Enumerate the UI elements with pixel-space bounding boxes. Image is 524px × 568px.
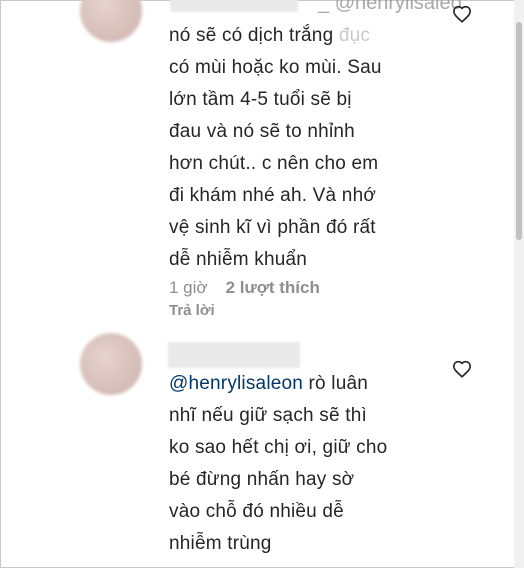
reply-button[interactable]: Trả lời	[169, 302, 215, 319]
mention-link[interactable]: @henrylisaleon	[169, 373, 303, 394]
comment-line: dễ nhiễm khuẩn	[169, 249, 308, 270]
comment-text: @henrylisaleon rò luân nhĩ nếu giữ sạch …	[169, 368, 429, 560]
comment-line: đi khám nhé ah. Và nhớ	[169, 185, 376, 206]
scrollbar[interactable]	[514, 0, 524, 568]
comment-text: nó sẽ có dịch trắng đục có mùi hoặc ko m…	[169, 20, 419, 276]
username-blurred	[170, 0, 298, 12]
comment-line: hơn chút.. c nên cho em	[169, 153, 379, 174]
comment-line: đau và nó sẽ to nhỉnh	[169, 121, 355, 142]
mention-link[interactable]: _ @henrylisaleo	[318, 0, 462, 15]
username-blurred	[168, 342, 300, 368]
scrollbar-thumb[interactable]	[516, 22, 522, 240]
heart-outline-icon[interactable]	[452, 360, 472, 378]
comment-line: có mùi hoặc ko mùi. Sau	[169, 57, 382, 78]
avatar[interactable]	[80, 333, 142, 395]
comment-line: nhĩ nếu giữ sạch sẽ thì	[169, 405, 367, 426]
comment-line: lớn tầm 4-5 tuổi sẽ bị	[169, 89, 352, 110]
comment-meta: 1 giờ 2 lượt thích	[169, 278, 320, 298]
comment-line: nó sẽ có dịch trắng đục	[169, 25, 371, 46]
comment-line: vệ sinh kĩ vì phần đó rất	[169, 217, 376, 238]
comment-line: nhiễm trùng	[169, 533, 272, 554]
comment-line: vào chỗ đó nhiều dễ	[169, 501, 344, 522]
comment-line: ko sao hết chị ơi, giữ cho	[169, 437, 388, 458]
comment-line: @henrylisaleon rò luân	[169, 373, 369, 394]
heart-outline-icon[interactable]	[452, 5, 472, 23]
comment-line: bé đừng nhấn hay sờ	[169, 469, 355, 490]
likes-count-button[interactable]: 2 lượt thích	[226, 278, 320, 298]
comment-time: 1 giờ	[169, 278, 208, 297]
